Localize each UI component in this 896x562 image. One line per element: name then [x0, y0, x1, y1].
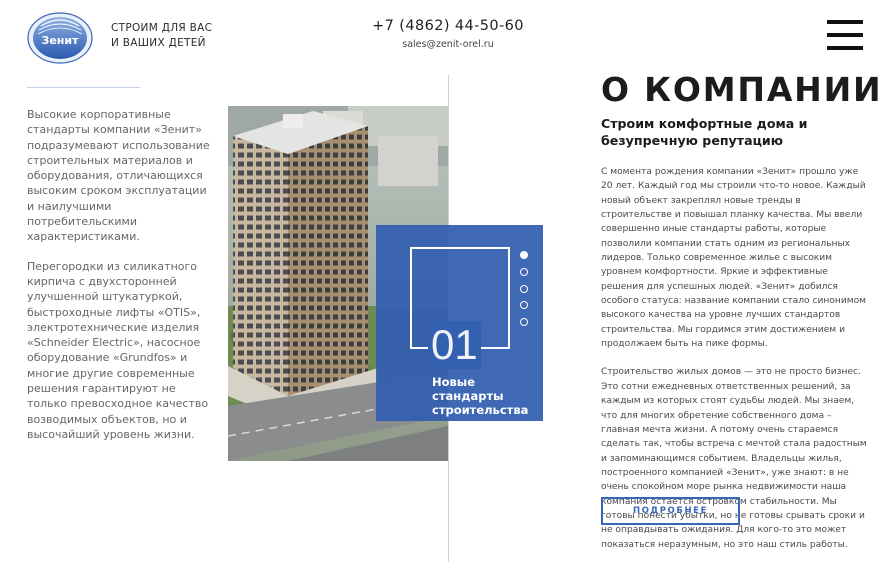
email-link[interactable]: sales@zenit-orel.ru	[370, 39, 526, 50]
slider-dot-5[interactable]	[520, 318, 528, 327]
company-tagline: СТРОИМ ДЛЯ ВАС И ВАШИХ ДЕТЕЙ	[111, 21, 212, 51]
slide-title: Новые стандарты строительства	[432, 375, 528, 417]
slide-title-line3: строительства	[432, 403, 529, 417]
tagline-line1: СТРОИМ ДЛЯ ВАС	[111, 22, 213, 34]
about-subtitle: Строим комфортные дома и безупречную реп…	[601, 116, 808, 148]
left-text-column: Высокие корпоративные стандарты компании…	[27, 107, 213, 456]
left-paragraph-2: Перегородки из силикатного кирпича с дву…	[27, 259, 209, 441]
slider-pagination	[520, 251, 530, 335]
phone-link[interactable]: +7 (4862) 44-50-60	[370, 18, 526, 34]
slider-dot-3[interactable]	[520, 284, 528, 293]
logo-underline	[27, 87, 140, 88]
slide-title-line2: стандарты	[432, 389, 504, 403]
more-button[interactable]: ПОДРОБНЕЕ	[601, 497, 740, 525]
slider-card: 01 Новые стандарты строительства	[376, 225, 543, 421]
slide-title-line1: Новые	[432, 375, 476, 389]
about-paragraph-1: С момента рождения компании «Зенит» прош…	[601, 167, 867, 350]
tagline-line2: И ВАШИХ ДЕТЕЙ	[111, 37, 206, 49]
slider-dot-1[interactable]	[520, 251, 528, 259]
logo-text: Зенит	[41, 34, 79, 47]
company-logo[interactable]: Зенит	[27, 12, 93, 64]
hamburger-menu-icon[interactable]	[827, 20, 863, 50]
slider-dot-4[interactable]	[520, 301, 528, 310]
page-title: О КОМПАНИИ	[601, 70, 883, 109]
slider-dot-2[interactable]	[520, 267, 528, 276]
slide-number: 01	[428, 321, 481, 369]
left-paragraph-1: Высокие корпоративные стандарты компании…	[27, 108, 210, 244]
